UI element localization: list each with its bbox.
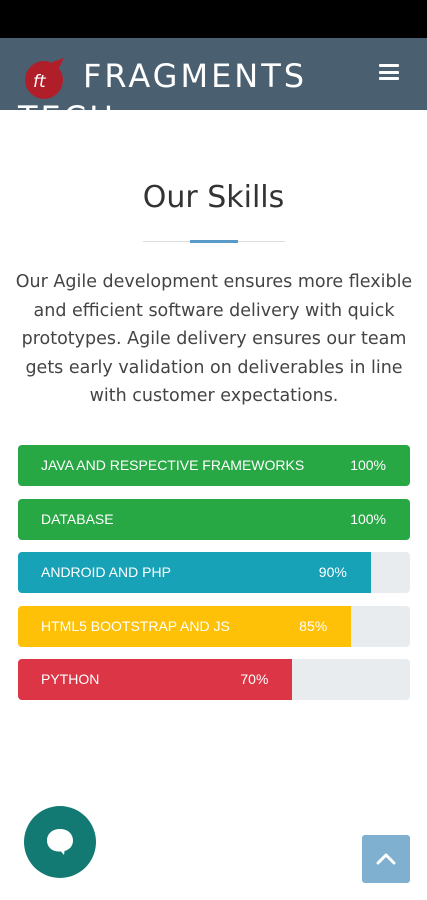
section-intro: Our Agile development ensures more flexi… [15,272,413,406]
skill-label: HTML5 BOOTSTRAP AND JS [41,617,230,634]
back-to-top-button[interactable] [362,835,410,883]
skills-list: JAVA AND RESPECTIVE FRAMEWORKS 100% DATA… [18,445,410,713]
skill-bar-python: PYTHON 70% [18,659,410,700]
skill-percent: 90% [318,564,347,580]
skill-percent: 100% [350,510,386,527]
section-title: Our Skills [142,180,285,215]
brand-name[interactable]: FRAGMENTS [83,56,307,96]
status-bar [0,0,427,38]
chevron-up-icon [376,853,396,865]
skill-percent: 85% [299,617,328,634]
chat-button[interactable] [24,806,96,878]
menu-icon[interactable] [379,64,399,80]
skill-label: JAVA AND RESPECTIVE FRAMEWORKS [41,457,305,473]
brand-name-second-line: TECH [18,98,116,110]
skill-bar-database: DATABASE 100% [18,498,410,540]
skill-bar-html5: HTML5 BOOTSTRAP AND JS 85% [18,605,410,647]
skill-label: PYTHON [41,671,100,687]
chat-bubble-icon [47,829,73,855]
title-accent-bar [190,240,238,243]
svg-text:ft: ft [33,72,47,92]
brand-logo[interactable]: ft [24,56,68,100]
skill-bar-android-php: ANDROID AND PHP 90% [18,552,410,593]
skill-bar-java: JAVA AND RESPECTIVE FRAMEWORKS 100% [18,445,410,486]
skill-percent: 100% [350,457,386,473]
skill-label: DATABASE [41,510,114,527]
navbar: ft FRAGMENTS TECH [0,38,427,110]
skill-label: ANDROID AND PHP [41,564,171,580]
skill-percent: 70% [240,671,269,687]
